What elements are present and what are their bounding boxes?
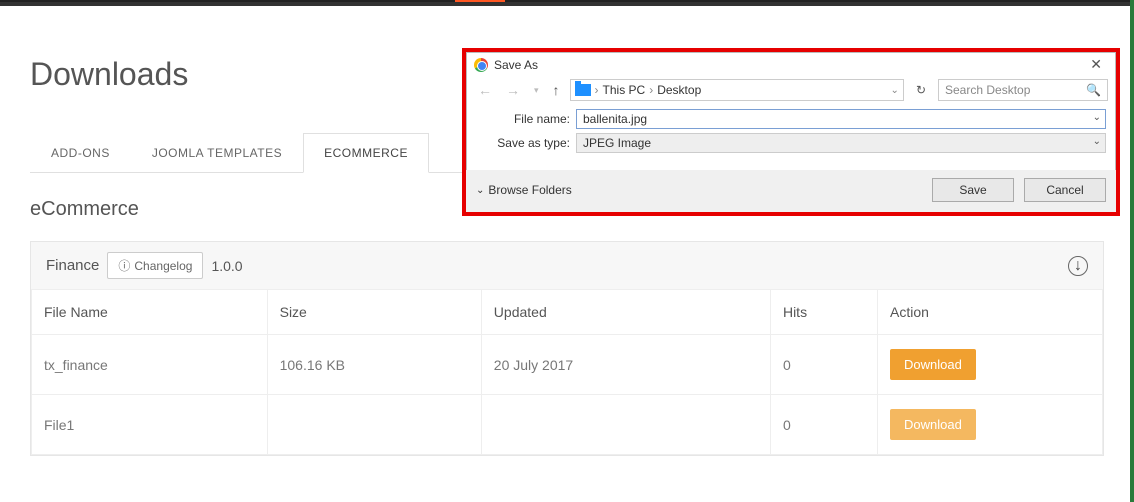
changelog-label: Changelog: [134, 259, 192, 273]
chrome-icon: [474, 58, 488, 72]
chevron-down-icon[interactable]: ⌄: [1093, 112, 1101, 123]
breadcrumb-sep: ›: [649, 83, 653, 97]
chevron-down-icon[interactable]: ⌄: [891, 85, 899, 96]
search-icon: 🔍: [1086, 83, 1101, 97]
chevron-down-icon: ⌄: [476, 185, 484, 196]
cell-size: 106.16 KB: [267, 335, 481, 395]
cell-updated: 20 July 2017: [481, 335, 770, 395]
col-updated: Updated: [481, 290, 770, 335]
right-border: [1130, 0, 1134, 502]
address-bar[interactable]: › This PC › Desktop ⌄: [570, 79, 904, 101]
breadcrumb-sep: ›: [595, 83, 599, 97]
breadcrumb-root[interactable]: This PC: [603, 83, 646, 97]
savetype-label: Save as type:: [476, 136, 576, 150]
savetype-value: JPEG Image: [583, 136, 651, 150]
filename-input[interactable]: ballenita.jpg ⌄: [576, 109, 1106, 129]
filename-label: File name:: [476, 112, 576, 126]
savetype-row: Save as type: JPEG Image ⌄: [466, 131, 1116, 155]
version-label: 1.0.0: [211, 258, 242, 274]
tab-addons[interactable]: ADD-ONS: [30, 133, 131, 172]
dialog-titlebar: Save As ✕: [466, 52, 1116, 77]
download-all-icon[interactable]: ↓: [1068, 256, 1088, 276]
panel-finance: Finance ⓘ Changelog 1.0.0 ↓ File Name Si…: [30, 241, 1104, 456]
download-button[interactable]: Download: [890, 349, 976, 380]
cell-filename: File1: [32, 395, 268, 455]
browse-folders-toggle[interactable]: ⌄ Browse Folders: [476, 183, 572, 197]
col-hits: Hits: [770, 290, 877, 335]
cancel-button[interactable]: Cancel: [1024, 178, 1106, 202]
col-size: Size: [267, 290, 481, 335]
tab-joomla-templates[interactable]: JOOMLA TEMPLATES: [131, 133, 303, 172]
filename-row: File name: ballenita.jpg ⌄: [466, 107, 1116, 131]
cell-size: [267, 395, 481, 455]
refresh-icon[interactable]: ↻: [910, 80, 932, 100]
tab-ecommerce[interactable]: ECOMMERCE: [303, 133, 429, 173]
save-as-dialog: Save As ✕ ← → ▾ ↑ › This PC › Desktop ⌄ …: [462, 48, 1120, 216]
table-row: File1 0 Download: [32, 395, 1103, 455]
forward-icon[interactable]: →: [502, 80, 524, 100]
back-icon[interactable]: ←: [474, 80, 496, 100]
table-header-row: File Name Size Updated Hits Action: [32, 290, 1103, 335]
save-button[interactable]: Save: [932, 178, 1014, 202]
topbar-accent: [455, 0, 505, 2]
download-button[interactable]: Download: [890, 409, 976, 440]
info-icon: ⓘ: [118, 257, 130, 274]
col-action: Action: [878, 290, 1103, 335]
close-icon[interactable]: ✕: [1084, 56, 1108, 73]
col-filename: File Name: [32, 290, 268, 335]
browse-folders-label: Browse Folders: [488, 183, 571, 197]
recent-dropdown-icon[interactable]: ▾: [530, 83, 543, 98]
folder-icon: [575, 84, 591, 96]
cell-updated: [481, 395, 770, 455]
up-icon[interactable]: ↑: [549, 80, 564, 100]
cell-hits: 0: [770, 335, 877, 395]
filename-value: ballenita.jpg: [583, 112, 647, 126]
files-table: File Name Size Updated Hits Action tx_fi…: [31, 289, 1103, 455]
breadcrumb-folder[interactable]: Desktop: [657, 83, 701, 97]
panel-header: Finance ⓘ Changelog 1.0.0 ↓: [31, 242, 1103, 289]
dialog-title-text: Save As: [494, 58, 538, 72]
dialog-footer: ⌄ Browse Folders Save Cancel: [466, 170, 1116, 212]
search-placeholder: Search Desktop: [945, 83, 1030, 97]
dialog-nav: ← → ▾ ↑ › This PC › Desktop ⌄ ↻ Search D…: [466, 77, 1116, 107]
cell-hits: 0: [770, 395, 877, 455]
table-row: tx_finance 106.16 KB 20 July 2017 0 Down…: [32, 335, 1103, 395]
search-input[interactable]: Search Desktop 🔍: [938, 79, 1108, 101]
panel-title: Finance: [46, 257, 99, 274]
chevron-down-icon[interactable]: ⌄: [1093, 136, 1101, 147]
cell-filename: tx_finance: [32, 335, 268, 395]
changelog-button[interactable]: ⓘ Changelog: [107, 252, 203, 279]
savetype-select[interactable]: JPEG Image ⌄: [576, 133, 1106, 153]
